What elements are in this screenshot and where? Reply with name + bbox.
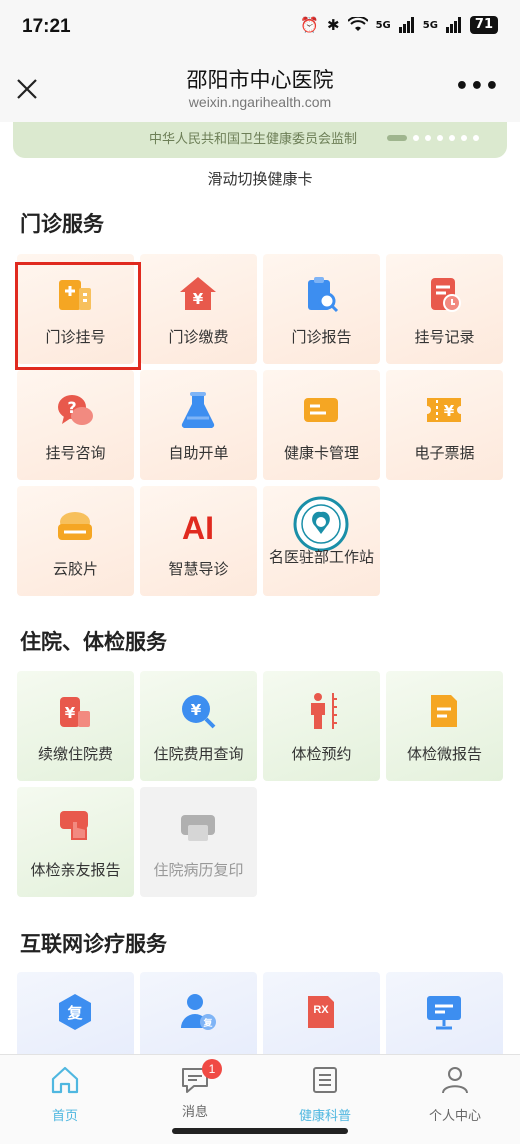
message-icon: 1 (180, 1059, 222, 1095)
article-icon (313, 1067, 337, 1093)
user-icon (442, 1067, 468, 1094)
tile-smart-guide[interactable]: AI 智慧导诊 (140, 486, 257, 596)
tile-label: 健康卡管理 (283, 444, 359, 462)
printer-icon (181, 815, 215, 841)
swipe-hint: 滑动切换健康卡 (207, 170, 313, 188)
status-bar: 17:21 ⏰ ✱ 5G 5G 71 (0, 0, 520, 56)
home-indicator[interactable] (172, 1128, 348, 1134)
svg-text:¥: ¥ (191, 701, 202, 719)
tile-label: 续缴住院费 (37, 745, 113, 763)
tile-label: 住院病历复印 (153, 861, 244, 879)
tab-label: 个人中心 (428, 1109, 481, 1124)
tab-messages[interactable]: 1 消息 (145, 1059, 245, 1120)
tile-label: 云胶片 (52, 560, 98, 578)
chat-question-icon: ? (58, 395, 93, 425)
alarm-icon: ⏰ (300, 16, 319, 34)
tile-cloud-film[interactable]: 云胶片 (17, 486, 134, 596)
section-title-inpatient: 住院、体检服务 (20, 630, 167, 654)
tile-health-card-manage[interactable]: 健康卡管理 (263, 370, 380, 480)
tile-label: 门诊缴费 (168, 328, 229, 346)
tab-home[interactable]: 首页 (15, 1065, 115, 1124)
tab-label: 消息 (181, 1105, 208, 1120)
tile-label: 自助开单 (168, 444, 229, 462)
svg-text:AI: AI (182, 510, 214, 546)
flask-icon (181, 392, 215, 429)
prescription-icon-text: RX (313, 1004, 329, 1016)
tab-label: 首页 (51, 1109, 78, 1124)
record-clock-icon (431, 278, 461, 312)
tile-label: 挂号咨询 (45, 444, 106, 462)
tile-outpatient-payment[interactable]: ¥ 门诊缴费 (140, 254, 257, 364)
tile-self-order[interactable]: 自助开单 (140, 370, 257, 480)
ticket-yuan-icon: ¥ (427, 398, 461, 422)
selection-highlight (15, 262, 141, 370)
cloud-film-icon (58, 512, 92, 540)
battery-icon: 71 (469, 16, 498, 34)
tile-label: 住院费用查询 (153, 745, 244, 763)
tile-label: 智慧导诊 (168, 560, 229, 578)
health-card-icon (304, 398, 338, 422)
svg-text:¥: ¥ (444, 402, 455, 420)
tile-e-invoice[interactable]: ¥ 电子票据 (386, 370, 503, 480)
home-icon (51, 1066, 79, 1094)
tab-label: 健康科普 (298, 1109, 351, 1124)
tile-label: 体检微报告 (406, 745, 482, 763)
tile-checkup-booking[interactable]: 体检预约 (263, 671, 380, 781)
tile-label: 体检亲友报告 (30, 861, 121, 879)
signal-icon: 5G (375, 19, 391, 31)
unread-badge: 1 (202, 1059, 222, 1079)
tile-outpatient-report[interactable]: 门诊报告 (263, 254, 380, 364)
bluetooth-icon: ✱ (326, 16, 340, 34)
section-title-outpatient: 门诊服务 (20, 212, 104, 236)
tab-profile[interactable]: 个人中心 (405, 1065, 505, 1124)
tile-label: 挂号记录 (414, 328, 475, 346)
signal-bars-icon-2 (445, 17, 461, 33)
tile-inpatient-payment[interactable]: ¥ 续缴住院费 (17, 671, 134, 781)
tile-checkup-report[interactable]: 体检微报告 (386, 671, 503, 781)
tile-inpatient-cost-query[interactable]: ¥ 住院费用查询 (140, 671, 257, 781)
clipboard-search-icon (308, 277, 339, 313)
status-icons: ⏰ ✱ 5G 5G 71 (300, 16, 498, 34)
svg-text:?: ? (67, 398, 76, 417)
page-title: 邵阳市中心医院 (186, 68, 334, 92)
health-card-banner[interactable]: 中华人民共和国卫生健康委员会监制 (13, 122, 507, 158)
tile-register-consult[interactable]: ? 挂号咨询 (17, 370, 134, 480)
tab-health-science[interactable]: 健康科普 (275, 1065, 375, 1124)
monitor-icon (427, 996, 461, 1030)
tile-family-report[interactable]: 体检亲友报告 (17, 787, 134, 897)
signal-icon-2: 5G (422, 19, 438, 31)
tile-label: 门诊报告 (291, 328, 352, 346)
svg-text:¥: ¥ (65, 704, 76, 722)
banner-text: 中华人民共和国卫生健康委员会监制 (149, 132, 358, 147)
section-title-internet: 互联网诊疗服务 (20, 932, 167, 956)
hand-tap-icon (60, 811, 88, 840)
ai-icon: AI (182, 510, 214, 546)
status-time: 17:21 (22, 16, 71, 37)
tile-record-copy[interactable]: 住院病历复印 (140, 787, 257, 897)
yuan-bed-icon: ¥ (60, 697, 90, 727)
nav-bar: 邵阳市中心医院 weixin.ngarihealth.com ••• (0, 56, 520, 122)
tile-label: 电子票据 (414, 444, 475, 462)
body-measure-icon (311, 693, 337, 729)
tile-label: 体检预约 (291, 745, 352, 763)
page-url: weixin.ngarihealth.com (188, 94, 332, 110)
tile-register-record[interactable]: 挂号记录 (386, 254, 503, 364)
report-doc-icon (431, 695, 457, 727)
tile-label: 名医驻部工作站 (268, 548, 374, 566)
doctor-revisit-icon-text: 复 (203, 1019, 213, 1029)
revisit-icon-text: 复 (67, 1004, 83, 1022)
carousel-dots (387, 135, 479, 141)
yuan-search-icon: ¥ (182, 695, 216, 729)
wifi-icon (347, 17, 368, 31)
svg-text:¥: ¥ (193, 290, 204, 308)
tile-famous-doctor-station[interactable]: 名医驻部工作站 (263, 486, 380, 596)
signal-bars-icon (398, 17, 414, 33)
yuan-house-icon: ¥ (180, 277, 216, 310)
more-icon[interactable]: ••• (455, 74, 500, 99)
hospital-logo-icon (293, 496, 349, 552)
